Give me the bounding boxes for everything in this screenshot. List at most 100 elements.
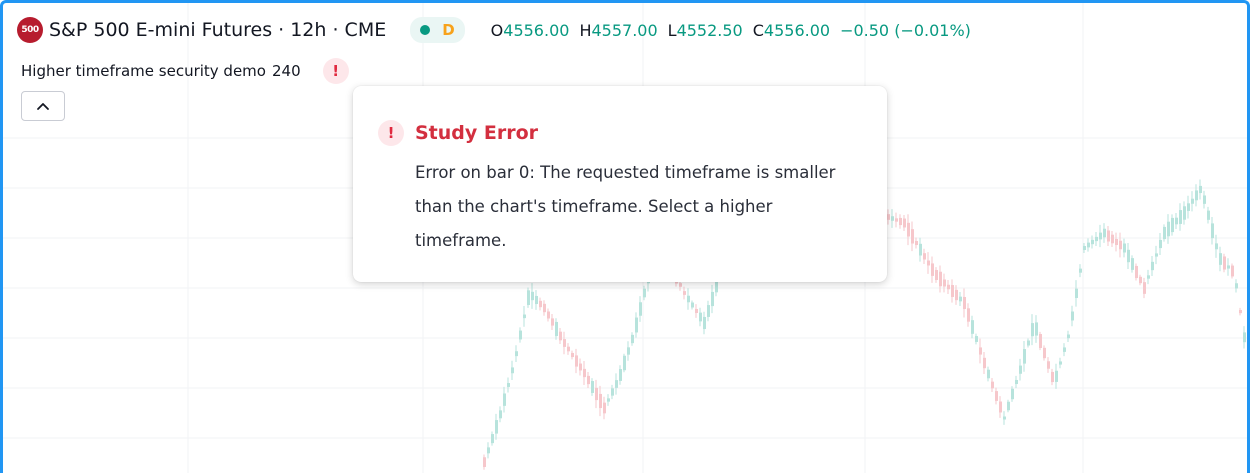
candle-body — [1171, 217, 1174, 233]
market-status-badge[interactable]: D — [410, 17, 465, 43]
chart-frame[interactable]: 500 S&P 500 E-mini Futures · 12h · CME D… — [0, 0, 1250, 473]
candle-body — [1139, 276, 1142, 284]
candle-body — [959, 296, 962, 302]
candle-body — [1163, 226, 1166, 240]
candle-body — [1159, 239, 1162, 249]
candle-body — [1187, 203, 1190, 211]
candle-body — [1239, 309, 1242, 314]
candle-body — [999, 401, 1002, 413]
candle-body — [975, 336, 978, 342]
candle-body — [1215, 243, 1218, 250]
candle-body — [523, 314, 526, 319]
candle-body — [1067, 334, 1070, 339]
candle-body — [1031, 323, 1034, 337]
candle-body — [971, 320, 974, 334]
candle-body — [899, 217, 902, 226]
candle-body — [1099, 232, 1102, 240]
candle-body — [1011, 388, 1014, 400]
candle-body — [551, 318, 554, 326]
candle-body — [567, 346, 570, 352]
candle-body — [967, 308, 970, 322]
candle-body — [1035, 322, 1038, 336]
candle-body — [563, 339, 566, 347]
sp500-logo-icon: 500 — [17, 17, 43, 43]
candle-body — [927, 260, 930, 266]
study-legend[interactable]: Higher timeframe security demo 240 ! — [21, 58, 349, 84]
candle-body — [931, 263, 934, 276]
study-error-icon[interactable]: ! — [322, 58, 349, 84]
candle-body — [1175, 217, 1178, 225]
ohlc-open: O4556.00 — [490, 20, 570, 40]
candle-body — [575, 355, 578, 367]
candle-body — [1199, 185, 1202, 194]
candle-body — [935, 269, 938, 281]
candle-body — [515, 351, 518, 357]
candle-body — [503, 393, 506, 406]
candle-body — [495, 420, 498, 434]
collapse-legend-button[interactable] — [21, 91, 65, 121]
candle-body — [1135, 265, 1138, 279]
ohlc-high: H4557.00 — [579, 20, 658, 40]
candle-body — [1219, 253, 1222, 265]
candle-body — [587, 375, 590, 385]
candle-body — [1059, 361, 1062, 365]
candle-body — [627, 347, 630, 355]
candle-body — [983, 357, 986, 369]
candle-body — [1051, 371, 1054, 383]
candle-body — [1123, 243, 1126, 253]
study-name[interactable]: Higher timeframe security demo — [21, 62, 266, 80]
candle-body — [1079, 268, 1082, 273]
candle-body — [1075, 288, 1078, 299]
symbol-header: 500 S&P 500 E-mini Futures · 12h · CME D… — [17, 15, 971, 45]
candle-body — [1195, 190, 1198, 201]
candle-body — [1087, 242, 1090, 248]
candle-body — [1183, 206, 1186, 220]
candle-body — [939, 271, 942, 287]
candle-body — [1231, 265, 1234, 277]
market-open-dot-icon — [420, 25, 431, 35]
candle-body — [539, 300, 542, 308]
candle-body — [535, 295, 538, 305]
candle-body — [555, 321, 558, 337]
study-length: 240 — [271, 62, 301, 80]
candle-body — [1091, 239, 1094, 245]
candle-body — [891, 216, 894, 221]
candle-body — [687, 295, 690, 303]
candle-body — [1047, 361, 1050, 369]
delayed-data-indicator: D — [442, 21, 455, 39]
ohlc-low: L4552.50 — [667, 20, 743, 40]
ohlc-values: O4556.00 H4557.00 L4552.50 C4556.00 −0.5… — [491, 21, 971, 40]
candle-body — [527, 290, 530, 305]
candle-body — [1119, 240, 1122, 250]
candle-body — [643, 288, 646, 298]
candle-body — [607, 398, 610, 402]
candle-body — [1207, 210, 1210, 220]
candle-body — [543, 303, 546, 313]
candle-body — [679, 283, 682, 287]
candle-body — [1131, 258, 1134, 270]
candle-body — [1043, 347, 1046, 359]
candle-body — [511, 367, 514, 374]
candle-body — [559, 331, 562, 341]
candle-body — [487, 447, 490, 454]
candle-body — [1203, 195, 1206, 204]
candle-body — [611, 388, 614, 396]
candle-body — [1147, 275, 1150, 279]
candle-body — [1063, 347, 1066, 352]
candle-body — [579, 363, 582, 371]
candle-body — [1127, 249, 1130, 263]
candle-body — [499, 410, 502, 419]
candle-body — [1103, 228, 1106, 238]
study-error-tooltip: ! Study Error Error on bar 0: The reques… — [353, 86, 887, 282]
candle-body — [1071, 311, 1074, 321]
candle-body — [703, 316, 706, 330]
candle-body — [991, 381, 994, 389]
candle-body — [1211, 223, 1214, 239]
candle-body — [571, 352, 574, 358]
candle-body — [619, 369, 622, 381]
candle-body — [507, 383, 510, 387]
candle-body — [1191, 198, 1194, 204]
candle-body — [639, 302, 642, 316]
candle-body — [919, 243, 922, 256]
symbol-title[interactable]: S&P 500 E-mini Futures · 12h · CME — [49, 19, 386, 41]
